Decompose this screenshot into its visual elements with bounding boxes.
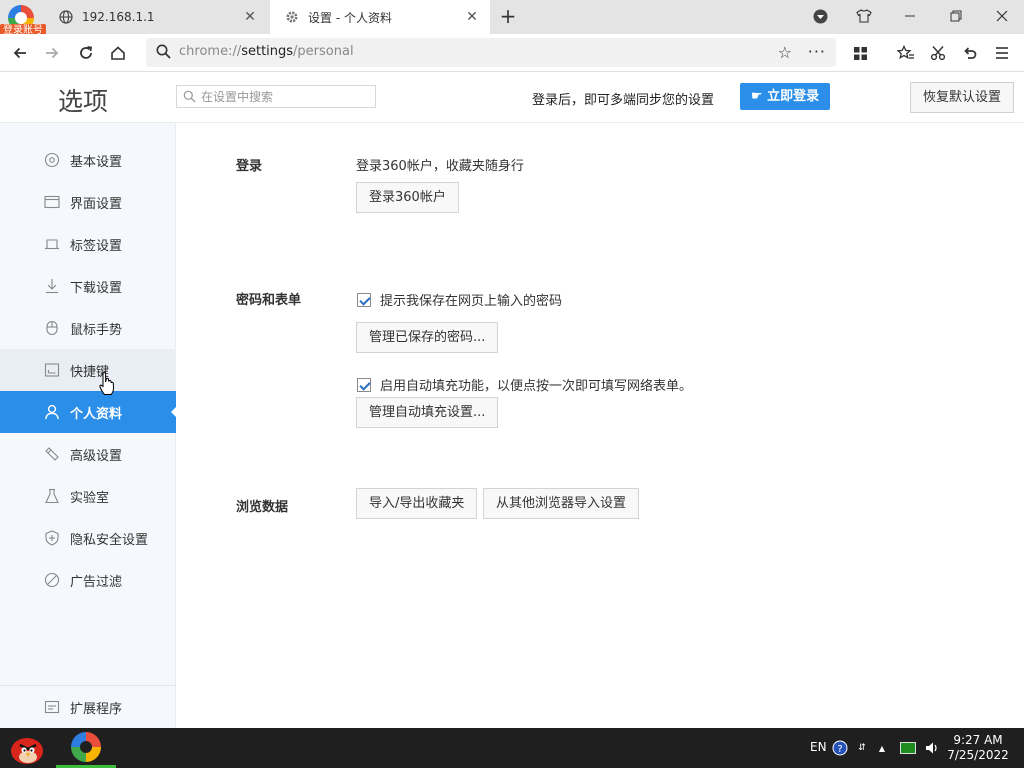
globe-icon: [58, 9, 74, 25]
extensions-icon: [43, 698, 61, 716]
download-circle-icon[interactable]: [806, 4, 834, 28]
more-options-icon[interactable]: ···: [808, 42, 826, 61]
section-label-login: 登录: [236, 159, 263, 174]
offer-save-password-option[interactable]: 提示我保存在网页上输入的密码: [357, 290, 562, 309]
sidebar-item-tabs[interactable]: 标签设置: [0, 223, 176, 265]
interface-icon: [43, 193, 61, 211]
scissors-icon[interactable]: [926, 41, 950, 65]
page-title: 选项: [58, 87, 109, 116]
sidebar-item-download[interactable]: 下载设置: [0, 265, 176, 307]
shield-icon: [43, 529, 61, 547]
basic-settings-icon: [43, 151, 61, 169]
tab-router[interactable]: 192.168.1.1 ✕: [44, 0, 268, 34]
import-export-bookmarks-button[interactable]: 导入/导出收藏夹: [356, 488, 478, 519]
sidebar-item-mouse-gestures[interactable]: 鼠标手势: [0, 307, 176, 349]
battery-icon[interactable]: [900, 740, 916, 756]
svg-text:?: ?: [837, 744, 842, 755]
sidebar-item-interface[interactable]: 界面设置: [0, 181, 176, 223]
settings-search-input[interactable]: [201, 88, 371, 105]
sidebar-item-shortcuts[interactable]: 快捷键: [0, 349, 176, 391]
undo-icon[interactable]: [958, 41, 982, 65]
sync-hint: 登录后，即可多端同步您的设置: [532, 93, 715, 108]
sidebar-item-privacy[interactable]: 隐私安全设置: [0, 517, 176, 559]
menu-icon[interactable]: [990, 41, 1014, 65]
tab-strip: 登录账号 192.168.1.1 ✕ 设置 - 个人资料 ✕ +: [0, 0, 1024, 38]
show-hidden-icons-icon[interactable]: ▲: [874, 740, 890, 756]
manage-autofill-button[interactable]: 管理自动填充设置...: [356, 397, 499, 428]
autofill-checkbox[interactable]: [357, 377, 371, 392]
tab-icon: [43, 235, 61, 253]
import-from-other-browser-button[interactable]: 从其他浏览器导入设置: [483, 488, 640, 519]
offer-save-password-checkbox[interactable]: [357, 292, 371, 307]
pointing-hand-icon: ☛: [750, 89, 763, 104]
clock-time: 9:27 AM: [953, 733, 1003, 747]
favorites-icon[interactable]: [894, 41, 918, 65]
settings-content: 登录 登录360帐户，收藏夹随身行 登录360帐户 密码和表单 提示我保存在网页…: [176, 123, 1024, 728]
autofill-option[interactable]: 启用自动填充功能，以便点按一次即可填写网络表单。: [357, 375, 692, 394]
settings-header: 选项 登录后，即可多端同步您的设置 ☛ 立即登录 恢复默认设置: [0, 72, 1024, 123]
tab-title: 192.168.1.1: [82, 10, 155, 24]
close-tab-icon[interactable]: ✕: [242, 9, 258, 25]
new-tab-button[interactable]: +: [497, 5, 519, 27]
search-icon: [156, 44, 171, 63]
help-icon[interactable]: ?: [832, 740, 848, 756]
login-now-button[interactable]: ☛ 立即登录: [740, 83, 830, 110]
address-bar[interactable]: chrome://settings/personal ☆ ···: [146, 38, 836, 67]
mouse-icon: [43, 319, 61, 337]
restore-defaults-button[interactable]: 恢复默认设置: [910, 82, 1014, 113]
user-icon: [43, 403, 61, 421]
close-tab-icon[interactable]: ✕: [464, 9, 480, 25]
360-browser-taskbar-icon[interactable]: [56, 728, 116, 768]
system-clock[interactable]: 9:27 AM 7/25/2022: [946, 733, 1010, 763]
clock-date: 7/25/2022: [947, 748, 1009, 762]
browser-toolbar: chrome://settings/personal ☆ ···: [0, 34, 1024, 72]
back-arrow-icon[interactable]: [8, 41, 32, 65]
reload-icon[interactable]: [74, 41, 98, 65]
block-icon: [43, 571, 61, 589]
hand-cursor-icon: [98, 371, 116, 396]
section-label-passwords: 密码和表单: [236, 293, 302, 308]
close-window-icon[interactable]: [988, 4, 1016, 28]
login-360-account-button[interactable]: 登录360帐户: [356, 182, 459, 213]
bookmark-star-icon[interactable]: ☆: [778, 43, 792, 62]
volume-icon[interactable]: [924, 740, 940, 756]
os-taskbar: EN ? ⇵ ▲ 9:27 AM 7/25/2022: [0, 728, 1024, 768]
keyboard-icon: [43, 361, 61, 379]
gear-icon: [284, 9, 300, 25]
restore-window-icon[interactable]: [942, 4, 970, 28]
360-browser-logo-icon: [71, 731, 101, 762]
settings-search[interactable]: [176, 85, 376, 108]
flask-icon: [43, 487, 61, 505]
sidebar-item-personal[interactable]: 个人资料: [0, 391, 177, 433]
manage-passwords-button[interactable]: 管理已保存的密码...: [356, 322, 499, 353]
sidebar-item-extensions[interactable]: 扩展程序: [0, 686, 176, 728]
ime-arrows-icon[interactable]: ⇵: [854, 740, 870, 756]
skin-shirt-icon[interactable]: [850, 4, 878, 28]
sidebar-item-basic[interactable]: 基本设置: [0, 139, 176, 181]
sidebar-item-adblock[interactable]: 广告过滤: [0, 559, 176, 601]
language-indicator[interactable]: EN: [810, 740, 827, 754]
login-description: 登录360帐户，收藏夹随身行: [356, 159, 524, 174]
angry-bird-app-icon[interactable]: [6, 730, 46, 766]
sidebar-item-lab[interactable]: 实验室: [0, 475, 176, 517]
url-text[interactable]: chrome://settings/personal: [179, 44, 354, 59]
search-icon: [183, 90, 196, 107]
forward-arrow-icon[interactable]: [40, 41, 64, 65]
section-label-browsing-data: 浏览数据: [236, 500, 289, 515]
sidebar-item-advanced[interactable]: 高级设置: [0, 433, 176, 475]
advanced-icon: [43, 445, 61, 463]
tab-settings[interactable]: 设置 - 个人资料 ✕: [270, 0, 490, 34]
settings-sidebar: 基本设置 界面设置 标签设置 下载设置 鼠标手势 快捷键 个人资料 高级设置 实…: [0, 123, 177, 728]
home-icon[interactable]: [106, 41, 130, 65]
apps-grid-icon[interactable]: [848, 41, 872, 65]
download-icon: [43, 277, 61, 295]
minimize-icon[interactable]: [896, 4, 924, 28]
tab-title: 设置 - 个人资料: [308, 10, 392, 25]
